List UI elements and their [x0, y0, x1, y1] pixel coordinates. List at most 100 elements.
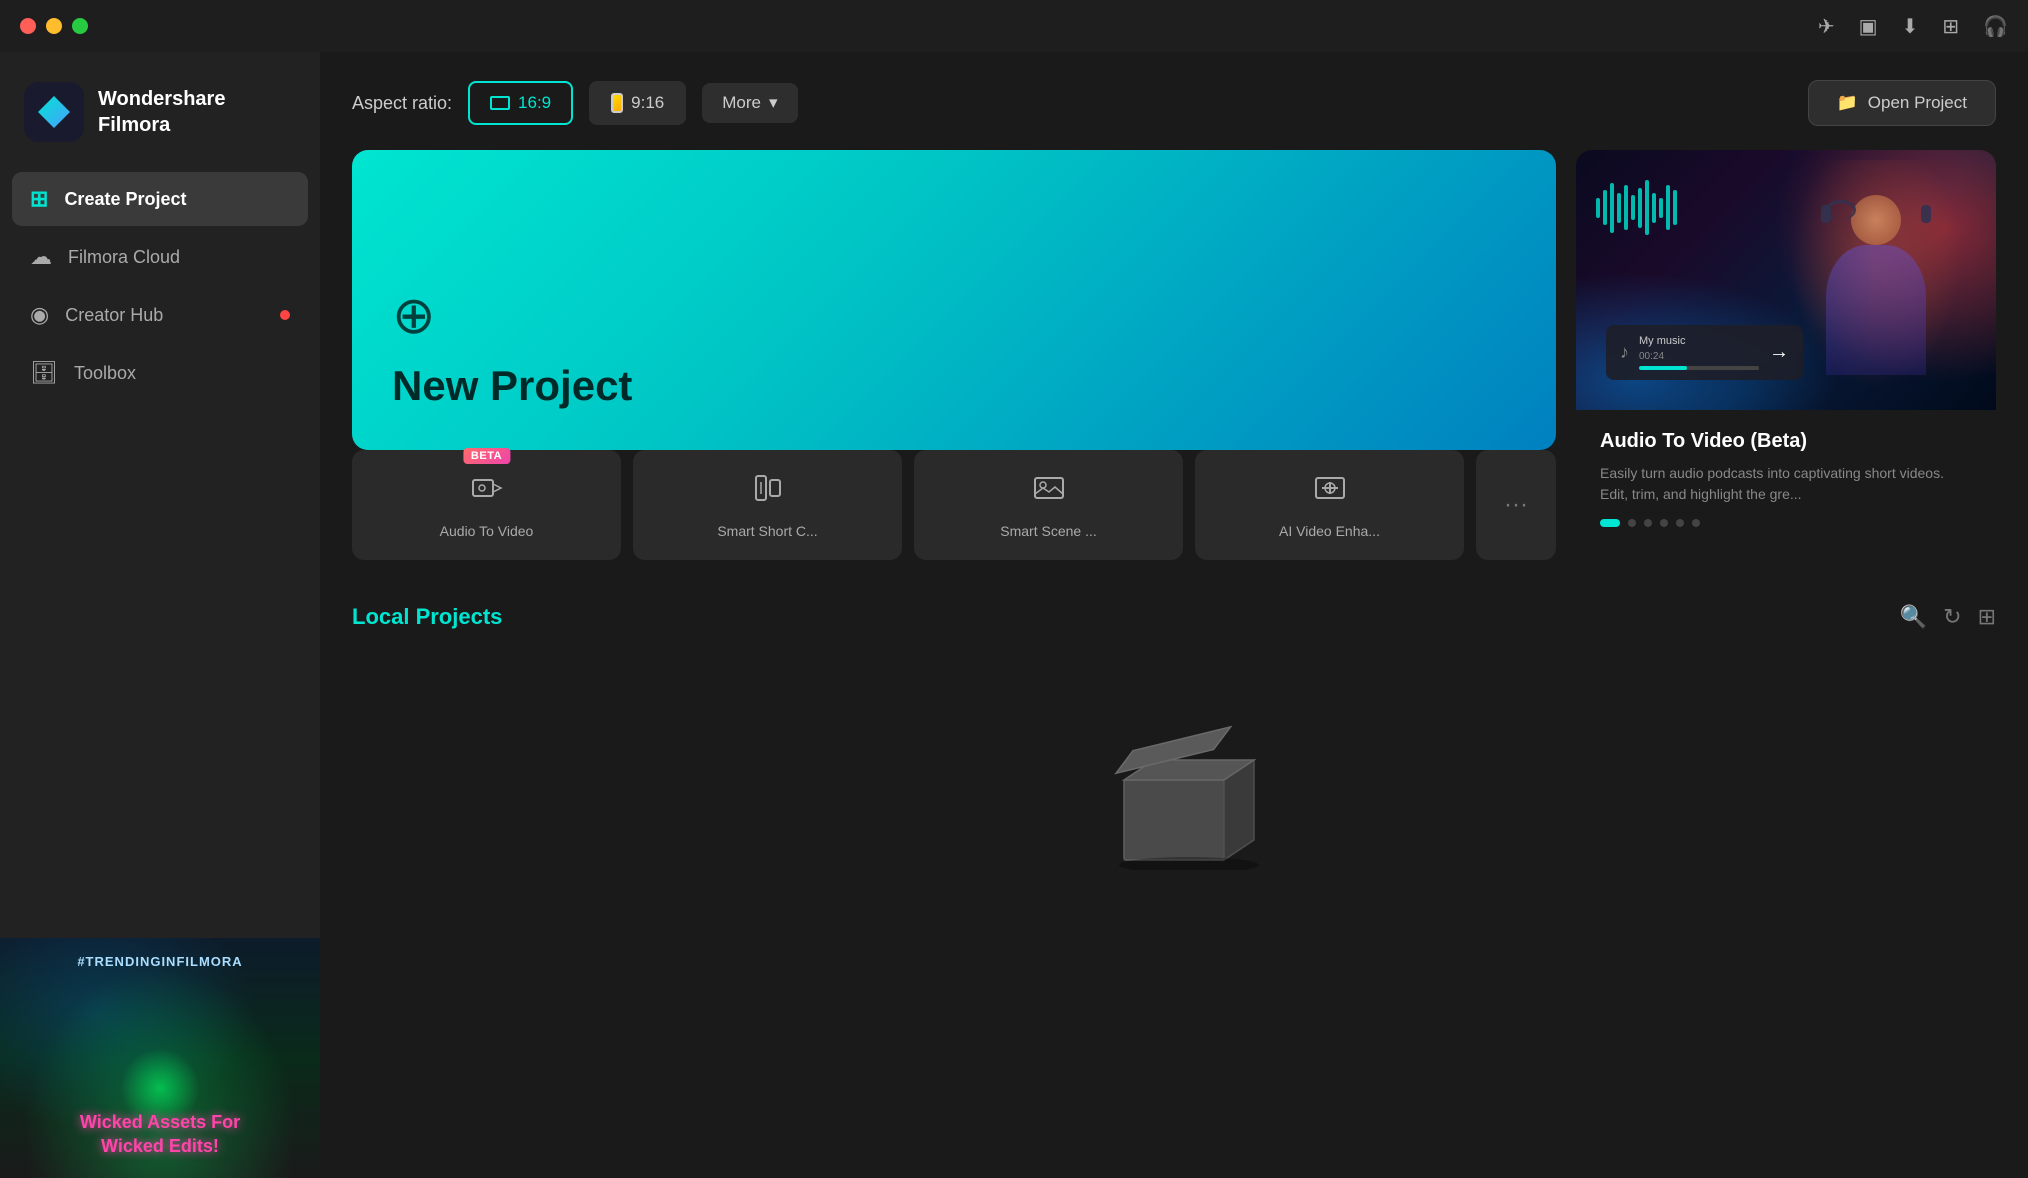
feature-card-ai-enhance[interactable]: AI Video Enha...: [1195, 450, 1464, 560]
close-button[interactable]: [20, 18, 36, 34]
sidebar-item-toolbox[interactable]: 🗄 Toolbox: [12, 346, 308, 400]
music-note-icon: ♪: [1620, 342, 1629, 363]
send-icon[interactable]: ✈: [1818, 14, 1835, 39]
beta-badge: BETA: [463, 448, 510, 464]
folder-icon: 📁: [1837, 93, 1858, 113]
main-content: Aspect ratio: 16:9 9:16 More ▾ 📁 Open Pr…: [320, 52, 2028, 1178]
smart-short-icon: [752, 472, 784, 511]
download-icon[interactable]: ⬇: [1902, 14, 1919, 39]
aspect-ratio-section: Aspect ratio: 16:9 9:16 More ▾: [352, 81, 798, 125]
app-name: Wondershare Filmora: [98, 86, 225, 138]
toolbox-icon: 🗄: [30, 360, 58, 386]
carousel-dot-5[interactable]: [1676, 519, 1684, 527]
local-projects-section: Local Projects 🔍 ↻ ⊞: [352, 604, 1996, 930]
sidebar-thumbnail: #TRENDINGINFILMORA Wicked Assets For Wic…: [0, 938, 320, 1178]
grid-icon[interactable]: ⊞: [1942, 14, 1959, 39]
monitor-icon[interactable]: ▣: [1859, 14, 1878, 39]
music-progress-track: [1639, 366, 1759, 370]
feature-card-more[interactable]: ···: [1476, 450, 1556, 560]
title-bar-actions: ✈ ▣ ⬇ ⊞ 🎧: [1818, 14, 2008, 39]
feature-card-smart-scene[interactable]: Smart Scene ...: [914, 450, 1183, 560]
maximize-button[interactable]: [72, 18, 88, 34]
more-aspect-button[interactable]: More ▾: [702, 83, 797, 123]
content-grid: ⊕ New Project BETA Audio To Video: [352, 150, 1996, 584]
logo-diamond-icon: [38, 96, 70, 128]
empty-box-svg: [1084, 710, 1264, 870]
logo-section: Wondershare Filmora: [0, 72, 320, 172]
empty-box-icon: [1084, 710, 1264, 870]
more-label: More: [722, 93, 761, 113]
open-project-button[interactable]: 📁 Open Project: [1808, 80, 1996, 126]
top-bar: Aspect ratio: 16:9 9:16 More ▾ 📁 Open Pr…: [352, 80, 1996, 126]
music-card: ♪ My music 00:24 →: [1606, 325, 1803, 380]
new-project-card[interactable]: ⊕ New Project: [352, 150, 1556, 450]
sidebar-item-label: Filmora Cloud: [68, 247, 180, 268]
showcase-info: Audio To Video (Beta) Easily turn audio …: [1576, 410, 1996, 547]
refresh-icon[interactable]: ↻: [1943, 604, 1961, 630]
aspect-9-16-button[interactable]: 9:16: [589, 81, 686, 125]
layout-icon[interactable]: ⊞: [1978, 604, 1996, 630]
notification-badge: [280, 310, 290, 320]
sidebar-item-label: Create Project: [64, 189, 186, 210]
showcase-person: [1776, 160, 1976, 410]
title-bar: ✈ ▣ ⬇ ⊞ 🎧: [0, 0, 2028, 52]
showcase-description: Easily turn audio podcasts into captivat…: [1600, 463, 1972, 505]
headphone-icon[interactable]: 🎧: [1983, 14, 2008, 39]
section-header: Local Projects 🔍 ↻ ⊞: [352, 604, 1996, 630]
sidebar-item-filmora-cloud[interactable]: ☁ Filmora Cloud: [12, 230, 308, 284]
sidebar-item-creator-hub[interactable]: ◉ Creator Hub: [12, 288, 308, 342]
more-dots-icon: ···: [1504, 491, 1528, 519]
thumbnail-top-text: #TRENDINGINFILMORA: [77, 954, 242, 969]
aspect-16-9-button[interactable]: 16:9: [468, 81, 573, 125]
new-project-plus-icon: ⊕: [392, 286, 1516, 346]
traffic-lights: [20, 18, 88, 34]
sidebar-item-label: Toolbox: [74, 363, 136, 384]
left-column: ⊕ New Project BETA Audio To Video: [352, 150, 1556, 584]
chevron-down-icon: ▾: [769, 93, 778, 113]
feature-cards: BETA Audio To Video: [352, 450, 1556, 560]
sidebar-item-label: Creator Hub: [65, 305, 163, 326]
audio-waves: [1596, 180, 1677, 235]
audio-video-icon: [471, 472, 503, 511]
music-progress-fill: [1639, 366, 1687, 370]
nav-items: ⊞ Create Project ☁ Filmora Cloud ◉ Creat…: [0, 172, 320, 400]
carousel-dots: [1600, 519, 1972, 527]
phone-aspect-icon: [611, 93, 623, 113]
aspect-ratio-label: Aspect ratio:: [352, 93, 452, 114]
feature-card-audio-to-video[interactable]: BETA Audio To Video: [352, 450, 621, 560]
carousel-dot-4[interactable]: [1660, 519, 1668, 527]
carousel-dot-2[interactable]: [1628, 519, 1636, 527]
open-project-label: Open Project: [1868, 93, 1967, 113]
arrow-icon: →: [1769, 341, 1789, 364]
feature-showcase: ♪ My music 00:24 → Audio To Video (Beta)…: [1576, 150, 1996, 584]
aspect-9-16-label: 9:16: [631, 93, 664, 113]
smart-short-label: Smart Short C...: [717, 523, 817, 539]
audio-to-video-label: Audio To Video: [440, 523, 534, 539]
carousel-dot-3[interactable]: [1644, 519, 1652, 527]
minimize-button[interactable]: [46, 18, 62, 34]
sidebar: Wondershare Filmora ⊞ Create Project ☁ F…: [0, 52, 320, 1178]
search-icon[interactable]: 🔍: [1900, 604, 1927, 630]
empty-state: [352, 650, 1996, 930]
create-project-icon: ⊞: [30, 186, 48, 212]
music-info: My music 00:24: [1639, 335, 1759, 370]
thumbnail-placeholder: #TRENDINGINFILMORA Wicked Assets For Wic…: [0, 938, 320, 1178]
carousel-dot-1[interactable]: [1600, 519, 1620, 527]
thumbnail-bottom-text: Wicked Assets For Wicked Edits!: [80, 1111, 240, 1158]
creator-hub-icon: ◉: [30, 302, 49, 328]
ai-enhance-icon: [1314, 472, 1346, 511]
feature-card-smart-short[interactable]: Smart Short C...: [633, 450, 902, 560]
smart-scene-icon: [1033, 472, 1065, 511]
showcase-title: Audio To Video (Beta): [1600, 430, 1972, 453]
carousel-dot-6[interactable]: [1692, 519, 1700, 527]
new-project-title: New Project: [392, 362, 1516, 410]
app-logo: [24, 82, 84, 142]
smart-scene-label: Smart Scene ...: [1000, 523, 1096, 539]
cloud-icon: ☁: [30, 244, 52, 270]
ai-enhance-label: AI Video Enha...: [1279, 523, 1380, 539]
monitor-aspect-icon: [490, 96, 510, 110]
sidebar-item-create-project[interactable]: ⊞ Create Project: [12, 172, 308, 226]
local-projects-title: Local Projects: [352, 604, 502, 630]
aspect-16-9-label: 16:9: [518, 93, 551, 113]
section-actions: 🔍 ↻ ⊞: [1900, 604, 1996, 630]
